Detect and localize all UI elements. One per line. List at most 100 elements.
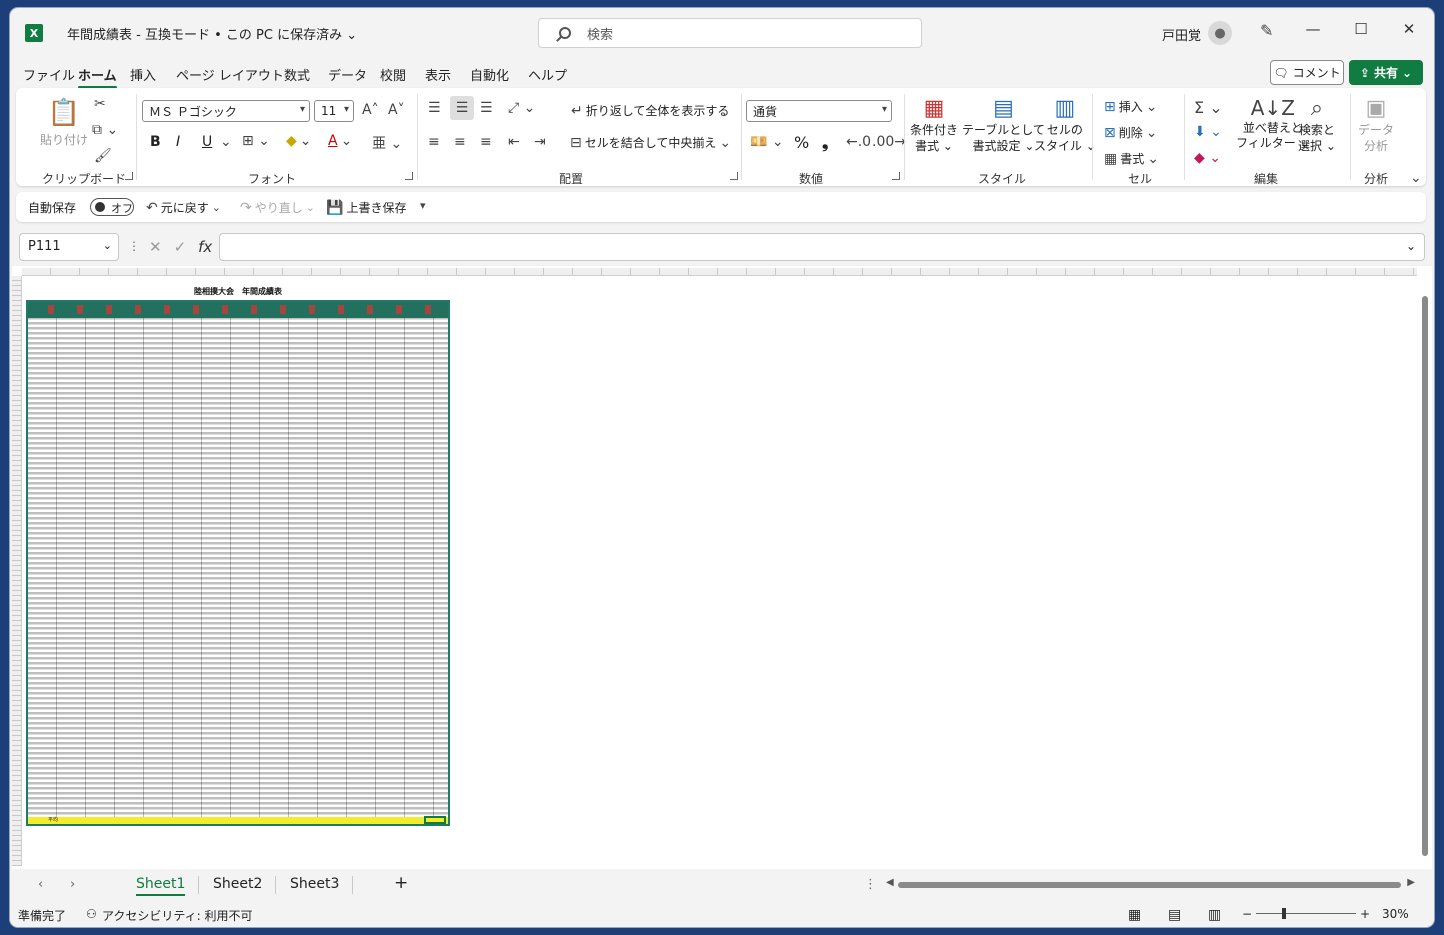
scrollbar-thumb[interactable] xyxy=(898,882,1401,888)
font-size-select[interactable]: 11 ▾ xyxy=(314,100,354,122)
borders-button[interactable]: ⊞ ⌄ xyxy=(242,133,270,149)
font-name-select[interactable]: ＭＳ Ｐゴシック ▾ xyxy=(142,100,310,122)
share-button[interactable]: ⇪ 共有 ⌄ xyxy=(1349,60,1423,85)
align-middle-button[interactable]: ☰ xyxy=(450,96,474,120)
add-sheet-button[interactable]: + xyxy=(394,873,408,893)
insert-cells-button[interactable]: ⊞ 挿入 ⌄ xyxy=(1104,98,1157,115)
tab-home[interactable]: ホーム xyxy=(78,65,117,89)
page-break-view-icon[interactable]: ▥ xyxy=(1208,907,1221,923)
tab-help[interactable]: ヘルプ xyxy=(528,65,567,84)
clear-button[interactable]: ◆ ⌄ xyxy=(1194,150,1221,166)
accessibility-status[interactable]: アクセシビリティ: 利用不可 xyxy=(102,907,253,924)
increase-decimal-button[interactable]: ←.0 xyxy=(846,134,871,150)
align-right-button[interactable]: ≡ xyxy=(480,134,492,150)
conditional-formatting-button[interactable]: ▦ 条件付き 書式 ⌄ xyxy=(910,96,958,153)
tab-formulas[interactable]: 数式 xyxy=(284,65,310,84)
column-headers[interactable] xyxy=(22,268,1417,276)
cancel-icon[interactable]: ✕ xyxy=(149,238,162,256)
customize-qat-button[interactable]: ▾ xyxy=(420,199,426,212)
font-launcher-icon[interactable] xyxy=(405,172,413,180)
zoom-in-icon[interactable]: + xyxy=(1360,907,1370,921)
increase-indent-button[interactable]: ⇥ xyxy=(534,134,546,150)
orientation-button[interactable]: ⤢ ⌄ xyxy=(508,100,535,116)
shrink-font-button[interactable]: A˅ xyxy=(388,102,405,118)
merge-center-button[interactable]: ⊟ セルを結合して中央揃え ⌄ xyxy=(570,134,731,151)
alignment-launcher-icon[interactable] xyxy=(730,172,738,180)
cut-button[interactable]: ✂ xyxy=(94,96,106,112)
format-cells-button[interactable]: ▦ 書式 ⌄ xyxy=(1104,150,1159,167)
search-box[interactable]: 検索 xyxy=(538,18,922,48)
autosum-button[interactable]: Σ ⌄ xyxy=(1194,98,1223,117)
analyze-data-button[interactable]: ▣ データ 分析 xyxy=(1358,96,1394,153)
scrollbar-thumb[interactable] xyxy=(1422,296,1428,856)
tab-file[interactable]: ファイル xyxy=(23,65,75,84)
zoom-level[interactable]: 30% xyxy=(1382,907,1409,921)
format-painter-button[interactable]: 🖌 xyxy=(94,148,112,164)
maximize-button[interactable]: ☐ xyxy=(1349,20,1373,38)
more-options-icon[interactable]: ⋮ xyxy=(864,877,877,892)
paste-button[interactable]: 📋 貼り付け xyxy=(40,98,88,148)
percent-button[interactable]: % xyxy=(794,133,809,152)
underline-button[interactable]: U xyxy=(202,134,212,150)
row-headers[interactable] xyxy=(12,276,22,866)
selected-cell[interactable] xyxy=(424,816,446,824)
worksheet-grid[interactable]: 陸相撲大会 年間成績表 平均 xyxy=(12,266,1432,869)
grades-table[interactable]: 平均 xyxy=(26,300,450,826)
underline-dropdown[interactable]: ⌄ xyxy=(220,134,232,150)
horizontal-scrollbar[interactable]: ◀ ▶ xyxy=(886,877,1415,889)
align-center-button[interactable]: ≡ xyxy=(454,134,466,150)
bold-button[interactable]: B xyxy=(150,134,161,150)
tab-insert[interactable]: 挿入 xyxy=(130,65,156,84)
sheet-content[interactable]: 陸相撲大会 年間成績表 平均 xyxy=(26,280,450,850)
name-box[interactable]: P111 ⌄ xyxy=(19,233,119,261)
vertical-scrollbar[interactable] xyxy=(1421,284,1429,864)
undo-button[interactable]: ↶ 元に戻す ⌄ xyxy=(146,199,221,216)
find-select-button[interactable]: ⌕ 検索と 選択 ⌄ xyxy=(1298,96,1336,153)
number-launcher-icon[interactable] xyxy=(892,172,900,180)
tab-view[interactable]: 表示 xyxy=(425,65,451,84)
formula-input[interactable]: ⌄ xyxy=(219,233,1425,261)
tab-page-layout[interactable]: ページ レイアウト xyxy=(176,65,284,84)
wrap-text-button[interactable]: ↵ 折り返して全体を表示する xyxy=(571,102,729,119)
zoom-out-icon[interactable]: − xyxy=(1242,907,1252,921)
tab-review[interactable]: 校閲 xyxy=(380,65,406,84)
format-as-table-button[interactable]: ▤ テーブルとして 書式設定 ⌄ xyxy=(962,96,1045,153)
redo-button[interactable]: ↷ やり直し ⌄ xyxy=(240,199,315,216)
sheet-tab-2[interactable]: Sheet2 xyxy=(213,876,262,892)
accessibility-icon[interactable]: ⚇ xyxy=(86,907,97,921)
next-sheet-icon[interactable]: › xyxy=(70,877,75,892)
align-top-button[interactable]: ☰ xyxy=(428,100,441,116)
sheet-tab-1[interactable]: Sheet1 xyxy=(136,876,186,896)
fill-button[interactable]: ⬇ ⌄ xyxy=(1194,124,1222,140)
insert-function-icon[interactable]: fx xyxy=(198,238,212,256)
document-title[interactable]: 年間成績表 - 互換モード • この PC に保存済み ⌄ xyxy=(67,24,357,43)
cell-styles-button[interactable]: ▥ セルの スタイル ⌄ xyxy=(1034,96,1096,153)
tab-automate[interactable]: 自動化 xyxy=(470,65,509,84)
clipboard-launcher-icon[interactable] xyxy=(125,172,133,180)
chevron-down-icon[interactable]: ⌄ xyxy=(1406,239,1416,253)
prev-sheet-icon[interactable]: ‹ xyxy=(38,877,43,892)
scroll-left-icon[interactable]: ◀ xyxy=(886,877,894,888)
page-layout-view-icon[interactable]: ▤ xyxy=(1168,907,1181,923)
normal-view-icon[interactable]: ▦ xyxy=(1128,907,1141,923)
autosave-toggle[interactable]: オフ xyxy=(90,198,134,216)
accounting-button[interactable]: 💴 ⌄ xyxy=(750,134,784,150)
avatar-icon[interactable]: ● xyxy=(1208,21,1232,45)
comma-button[interactable]: ❟ xyxy=(822,133,828,153)
save-button[interactable]: 💾 上書き保存 xyxy=(326,199,406,216)
number-format-select[interactable]: 通貨 ▾ xyxy=(746,100,892,122)
font-color-button[interactable]: A ⌄ xyxy=(328,133,352,149)
phonetic-button[interactable]: 亜 ⌄ xyxy=(372,133,402,153)
zoom-slider-knob[interactable] xyxy=(1282,908,1286,919)
align-left-button[interactable]: ≡ xyxy=(428,134,440,150)
decrease-indent-button[interactable]: ⇤ xyxy=(508,134,520,150)
minimize-button[interactable]: — xyxy=(1301,20,1325,38)
grow-font-button[interactable]: A˄ xyxy=(362,102,379,118)
italic-button[interactable]: I xyxy=(176,134,180,150)
pen-icon[interactable]: ✎ xyxy=(1260,21,1273,40)
align-bottom-button[interactable]: ☰ xyxy=(480,100,493,116)
delete-cells-button[interactable]: ⊠ 削除 ⌄ xyxy=(1104,124,1157,141)
user-name[interactable]: 戸田覚 xyxy=(1162,25,1201,44)
more-options-icon[interactable]: ⋮ xyxy=(128,239,140,253)
comment-button[interactable]: 🗨 コメント xyxy=(1270,60,1344,85)
